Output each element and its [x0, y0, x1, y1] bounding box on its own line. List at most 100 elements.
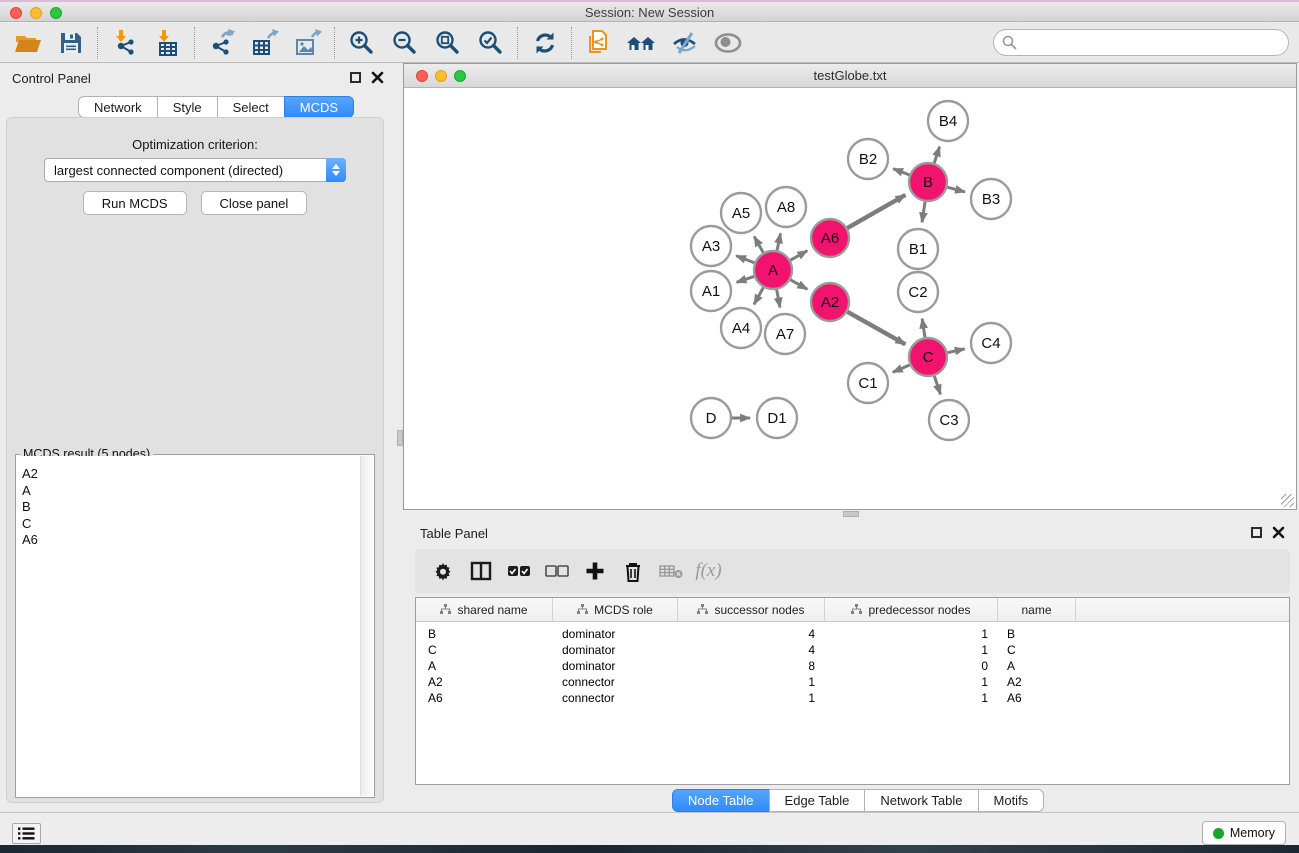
- graph-edge-C-C3[interactable]: [934, 376, 940, 394]
- table-settings-button[interactable]: [428, 555, 457, 587]
- select-all-rows-button[interactable]: [504, 555, 533, 587]
- table-row[interactable]: Adominator80A: [416, 658, 1289, 674]
- refresh-layout-button[interactable]: [523, 25, 566, 61]
- close-panel-icon[interactable]: [371, 71, 384, 84]
- result-item[interactable]: B: [22, 499, 369, 516]
- graph-node-A5[interactable]: A5: [721, 193, 761, 233]
- save-session-button[interactable]: [49, 25, 92, 61]
- graph-edge-A-A3[interactable]: [736, 256, 754, 263]
- deselect-all-rows-button[interactable]: [542, 555, 571, 587]
- graph-node-A1[interactable]: A1: [691, 271, 731, 311]
- graph-node-D[interactable]: D: [691, 398, 731, 438]
- panel-divider-handle-vertical[interactable]: [397, 430, 403, 446]
- import-network-button[interactable]: [103, 25, 146, 61]
- graph-edge-B-B1[interactable]: [922, 202, 925, 223]
- create-column-button[interactable]: [580, 555, 609, 587]
- task-history-button[interactable]: [12, 823, 41, 844]
- graph-node-A7[interactable]: A7: [765, 314, 805, 354]
- graph-edge-A-A6[interactable]: [790, 251, 807, 260]
- table-row[interactable]: A6connector11A6: [416, 690, 1289, 706]
- result-item[interactable]: C: [22, 516, 369, 533]
- column-header-predecessor-nodes[interactable]: predecessor nodes: [825, 598, 998, 621]
- table-row[interactable]: Bdominator41B: [416, 626, 1289, 642]
- float-panel-icon[interactable]: [1251, 527, 1262, 538]
- column-header-shared-name[interactable]: shared name: [416, 598, 553, 621]
- node-table[interactable]: shared nameMCDS rolesuccessor nodesprede…: [415, 597, 1290, 785]
- run-mcds-button[interactable]: Run MCDS: [83, 191, 187, 215]
- export-network-button[interactable]: [200, 25, 243, 61]
- graph-edge-A-A5[interactable]: [754, 237, 763, 253]
- graph-node-A2[interactable]: A2: [811, 283, 849, 321]
- network-overview-button[interactable]: [620, 25, 663, 61]
- network-window-title-bar[interactable]: testGlobe.txt: [404, 64, 1296, 88]
- zoom-in-button[interactable]: [340, 25, 383, 61]
- graph-node-C3[interactable]: C3: [929, 400, 969, 440]
- graph-edge-A-A2[interactable]: [790, 280, 807, 289]
- tab-select[interactable]: Select: [217, 96, 285, 118]
- hide-graphics-details-button[interactable]: [663, 25, 706, 61]
- delete-column-button[interactable]: [618, 555, 647, 587]
- graph-node-C4[interactable]: C4: [971, 323, 1011, 363]
- graph-edge-C-C1[interactable]: [893, 365, 910, 372]
- graph-node-A6[interactable]: A6: [811, 219, 849, 257]
- tab-network-table[interactable]: Network Table: [864, 789, 978, 812]
- graph-node-A3[interactable]: A3: [691, 226, 731, 266]
- graph-edge-A6-B[interactable]: [847, 195, 905, 228]
- result-item[interactable]: A: [22, 483, 369, 500]
- graph-node-D1[interactable]: D1: [757, 398, 797, 438]
- zoom-fit-button[interactable]: [426, 25, 469, 61]
- graph-edge-C-C4[interactable]: [948, 349, 965, 353]
- close-panel-button[interactable]: Close panel: [201, 191, 308, 215]
- mcds-result-list[interactable]: A2ABCA6: [17, 456, 373, 796]
- graph-edge-B-B2[interactable]: [893, 169, 909, 175]
- optimization-criterion-dropdown[interactable]: largest connected component (directed): [44, 158, 346, 182]
- result-item[interactable]: A6: [22, 532, 369, 549]
- panel-divider-handle-horizontal[interactable]: [843, 511, 859, 517]
- graph-node-B3[interactable]: B3: [971, 179, 1011, 219]
- column-header-name[interactable]: name: [998, 598, 1076, 621]
- open-session-button[interactable]: [6, 25, 49, 61]
- window-resize-grip[interactable]: [1281, 494, 1294, 507]
- show-graphics-details-button[interactable]: [706, 25, 749, 61]
- table-row[interactable]: Cdominator41C: [416, 642, 1289, 658]
- graph-node-C[interactable]: C: [909, 338, 947, 376]
- zoom-out-button[interactable]: [383, 25, 426, 61]
- graph-node-B1[interactable]: B1: [898, 229, 938, 269]
- column-visibility-button[interactable]: [466, 555, 495, 587]
- graph-node-A8[interactable]: A8: [766, 187, 806, 227]
- graph-edge-A-A7[interactable]: [777, 290, 780, 308]
- graph-edge-B-B4[interactable]: [934, 147, 939, 163]
- tab-style[interactable]: Style: [157, 96, 218, 118]
- search-input[interactable]: [1022, 33, 1288, 53]
- zoom-selected-button[interactable]: [469, 25, 512, 61]
- clone-network-button[interactable]: [577, 25, 620, 61]
- tab-edge-table[interactable]: Edge Table: [769, 789, 866, 812]
- graph-edge-A-A8[interactable]: [777, 233, 781, 250]
- graph-edge-A-A4[interactable]: [754, 288, 763, 305]
- import-table-button[interactable]: [146, 25, 189, 61]
- column-header-MCDS-role[interactable]: MCDS role: [553, 598, 678, 621]
- graph-node-B2[interactable]: B2: [848, 139, 888, 179]
- export-table-button[interactable]: [243, 25, 286, 61]
- export-image-button[interactable]: [286, 25, 329, 61]
- graph-node-B4[interactable]: B4: [928, 101, 968, 141]
- graph-edge-B-B3[interactable]: [947, 187, 965, 192]
- graph-edge-A2-C[interactable]: [847, 312, 905, 344]
- tab-motifs[interactable]: Motifs: [978, 789, 1045, 812]
- graph-edge-A-A1[interactable]: [737, 276, 754, 282]
- network-graph-canvas[interactable]: AA1A2A3A4A5A6A7A8BB1B2B3B4CC1C2C3C4DD1: [404, 88, 1296, 509]
- tab-network[interactable]: Network: [78, 96, 158, 118]
- graph-edge-C-C2[interactable]: [922, 319, 925, 338]
- table-row[interactable]: A2connector11A2: [416, 674, 1289, 690]
- result-list-scrollbar[interactable]: [360, 456, 373, 796]
- tab-mcds[interactable]: MCDS: [284, 96, 354, 118]
- graph-node-A4[interactable]: A4: [721, 308, 761, 348]
- float-panel-icon[interactable]: [350, 72, 361, 83]
- graph-node-B[interactable]: B: [909, 163, 947, 201]
- graph-node-C1[interactable]: C1: [848, 363, 888, 403]
- search-field[interactable]: [993, 29, 1289, 56]
- column-header-successor-nodes[interactable]: successor nodes: [678, 598, 825, 621]
- graph-node-C2[interactable]: C2: [898, 272, 938, 312]
- result-item[interactable]: A2: [22, 466, 369, 483]
- tab-node-table[interactable]: Node Table: [672, 789, 770, 812]
